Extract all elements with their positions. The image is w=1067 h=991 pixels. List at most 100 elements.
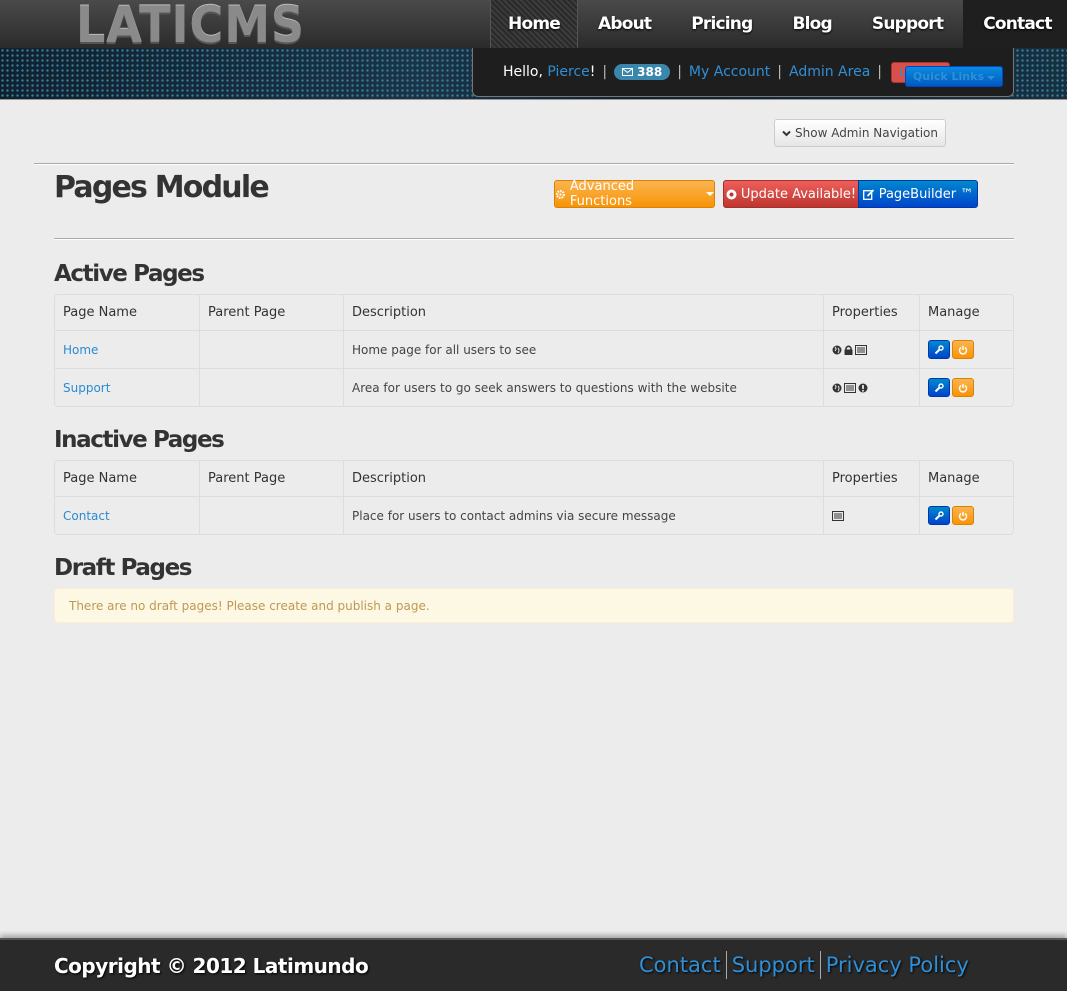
- description-cell: Area for users to go seek answers to que…: [343, 368, 823, 406]
- inactive-pages-table: Page Name Parent Page Description Proper…: [54, 460, 1014, 535]
- parent-cell: [199, 496, 343, 534]
- nav-contact[interactable]: Contact: [963, 0, 1067, 48]
- envelope-icon: [622, 68, 634, 76]
- chevron-down-icon: [782, 130, 791, 136]
- table-row: Support Area for users to go seek answer…: [55, 368, 1013, 406]
- edit-page-button[interactable]: [928, 340, 950, 359]
- update-available-label: Update Available!: [740, 186, 857, 202]
- column-header: Page Name: [63, 305, 137, 320]
- pagebuilder-label: PageBuilder ™: [878, 186, 974, 202]
- top-bar: LATICMS Home About Pricing Blog Support …: [0, 0, 1067, 54]
- properties-cell: [832, 344, 911, 355]
- manage-cell: [928, 340, 1005, 359]
- caret-down-icon: [706, 192, 714, 196]
- circle-arrow-icon: [726, 189, 737, 199]
- description-cell: Home page for all users to see: [343, 330, 823, 368]
- message-count: 388: [637, 65, 663, 79]
- list-icon: [855, 344, 867, 355]
- divider-line: [34, 163, 1014, 165]
- no-drafts-alert: There are no draft pages! Please create …: [54, 588, 1014, 623]
- power-icon: [958, 383, 968, 393]
- inactive-pages-heading: Inactive Pages: [54, 427, 225, 453]
- table-header-row: Page Name Parent Page Description Proper…: [55, 461, 1013, 496]
- manage-cell: [928, 506, 1005, 525]
- draft-pages-heading: Draft Pages: [54, 555, 192, 581]
- column-header: Page Name: [63, 471, 137, 486]
- active-pages-table: Page Name Parent Page Description Proper…: [54, 294, 1014, 407]
- wrench-icon: [934, 510, 944, 520]
- user-bar: Hello, Pierce ! | 388 | My Account | Adm…: [472, 48, 1014, 97]
- wrench-icon: [934, 344, 944, 354]
- divider: |: [777, 64, 782, 80]
- toggle-page-button[interactable]: [952, 378, 974, 397]
- admin-area-link[interactable]: Admin Area: [789, 64, 870, 80]
- column-header: Description: [343, 295, 823, 330]
- table-header-row: Page Name Parent Page Description Proper…: [55, 295, 1013, 330]
- nav-blog[interactable]: Blog: [772, 0, 851, 48]
- divider-line: [54, 238, 1014, 240]
- gear-icon: [555, 189, 565, 199]
- copyright-text: Copyright © 2012 Latimundo: [54, 954, 369, 978]
- globe-icon: [832, 345, 842, 354]
- nav-support[interactable]: Support: [852, 0, 963, 48]
- show-admin-navigation-button[interactable]: Show Admin Navigation: [774, 119, 946, 147]
- admin-nav-label: Show Admin Navigation: [795, 126, 938, 140]
- table-row: Contact Place for users to contact admin…: [55, 496, 1013, 534]
- exclamation-icon: [858, 383, 868, 392]
- toggle-page-button[interactable]: [952, 506, 974, 525]
- table-row: Home Home page for all users to see: [55, 330, 1013, 368]
- globe-icon: [832, 383, 842, 392]
- site-logo[interactable]: LATICMS: [76, 0, 305, 54]
- divider: |: [602, 64, 608, 80]
- greeting-text: Hello,: [503, 64, 548, 80]
- caret-down-icon: [987, 76, 995, 80]
- advanced-functions-button[interactable]: Advanced Functions: [554, 179, 715, 209]
- properties-cell: [832, 382, 911, 393]
- page-title: Pages Module: [54, 170, 270, 205]
- my-account-link[interactable]: My Account: [689, 64, 770, 80]
- divider: |: [677, 64, 682, 80]
- properties-cell: [832, 510, 911, 521]
- update-available-button[interactable]: Update Available!: [723, 180, 859, 208]
- nav-about[interactable]: About: [578, 0, 671, 48]
- edit-icon: [862, 188, 874, 200]
- username-link[interactable]: Pierce: [547, 64, 589, 80]
- parent-cell: [199, 368, 343, 406]
- page-link-contact[interactable]: Contact: [63, 509, 110, 523]
- footer-link-privacy-policy[interactable]: Privacy Policy: [821, 953, 974, 977]
- quick-links-label: Quick Links: [912, 70, 984, 83]
- column-header: Properties: [823, 295, 919, 330]
- footer-link-support[interactable]: Support: [727, 953, 820, 977]
- messages-badge[interactable]: 388: [614, 64, 671, 80]
- column-header: Manage: [919, 295, 1013, 330]
- parent-cell: [199, 330, 343, 368]
- footer: Copyright © 2012 Latimundo Contact Suppo…: [0, 938, 1067, 991]
- quick-links-button[interactable]: Quick Links: [904, 66, 1003, 87]
- divider: |: [877, 64, 882, 80]
- page-link-home[interactable]: Home: [63, 343, 98, 357]
- page-link-support[interactable]: Support: [63, 381, 110, 395]
- nav-pricing[interactable]: Pricing: [671, 0, 772, 48]
- column-header: Parent Page: [199, 461, 343, 496]
- greeting-exclamation: !: [589, 64, 596, 80]
- power-icon: [958, 511, 968, 521]
- main-nav: Home About Pricing Blog Support Contact: [490, 0, 1067, 48]
- footer-links: Contact Support Privacy Policy: [634, 951, 974, 979]
- pagebuilder-button[interactable]: PageBuilder ™: [858, 180, 978, 208]
- list-icon: [832, 510, 844, 521]
- list-icon: [844, 382, 856, 393]
- manage-cell: [928, 378, 1005, 397]
- active-pages-heading: Active Pages: [54, 261, 205, 287]
- advanced-functions-label: Advanced Functions: [569, 179, 635, 209]
- wrench-icon: [934, 382, 944, 392]
- power-icon: [958, 345, 968, 355]
- column-header: Manage: [919, 461, 1013, 496]
- edit-page-button[interactable]: [928, 506, 950, 525]
- lock-icon: [844, 345, 853, 355]
- edit-page-button[interactable]: [928, 378, 950, 397]
- column-header: Description: [343, 461, 823, 496]
- nav-home[interactable]: Home: [490, 0, 578, 48]
- column-header: Properties: [823, 461, 919, 496]
- toggle-page-button[interactable]: [952, 340, 974, 359]
- footer-link-contact[interactable]: Contact: [634, 953, 726, 977]
